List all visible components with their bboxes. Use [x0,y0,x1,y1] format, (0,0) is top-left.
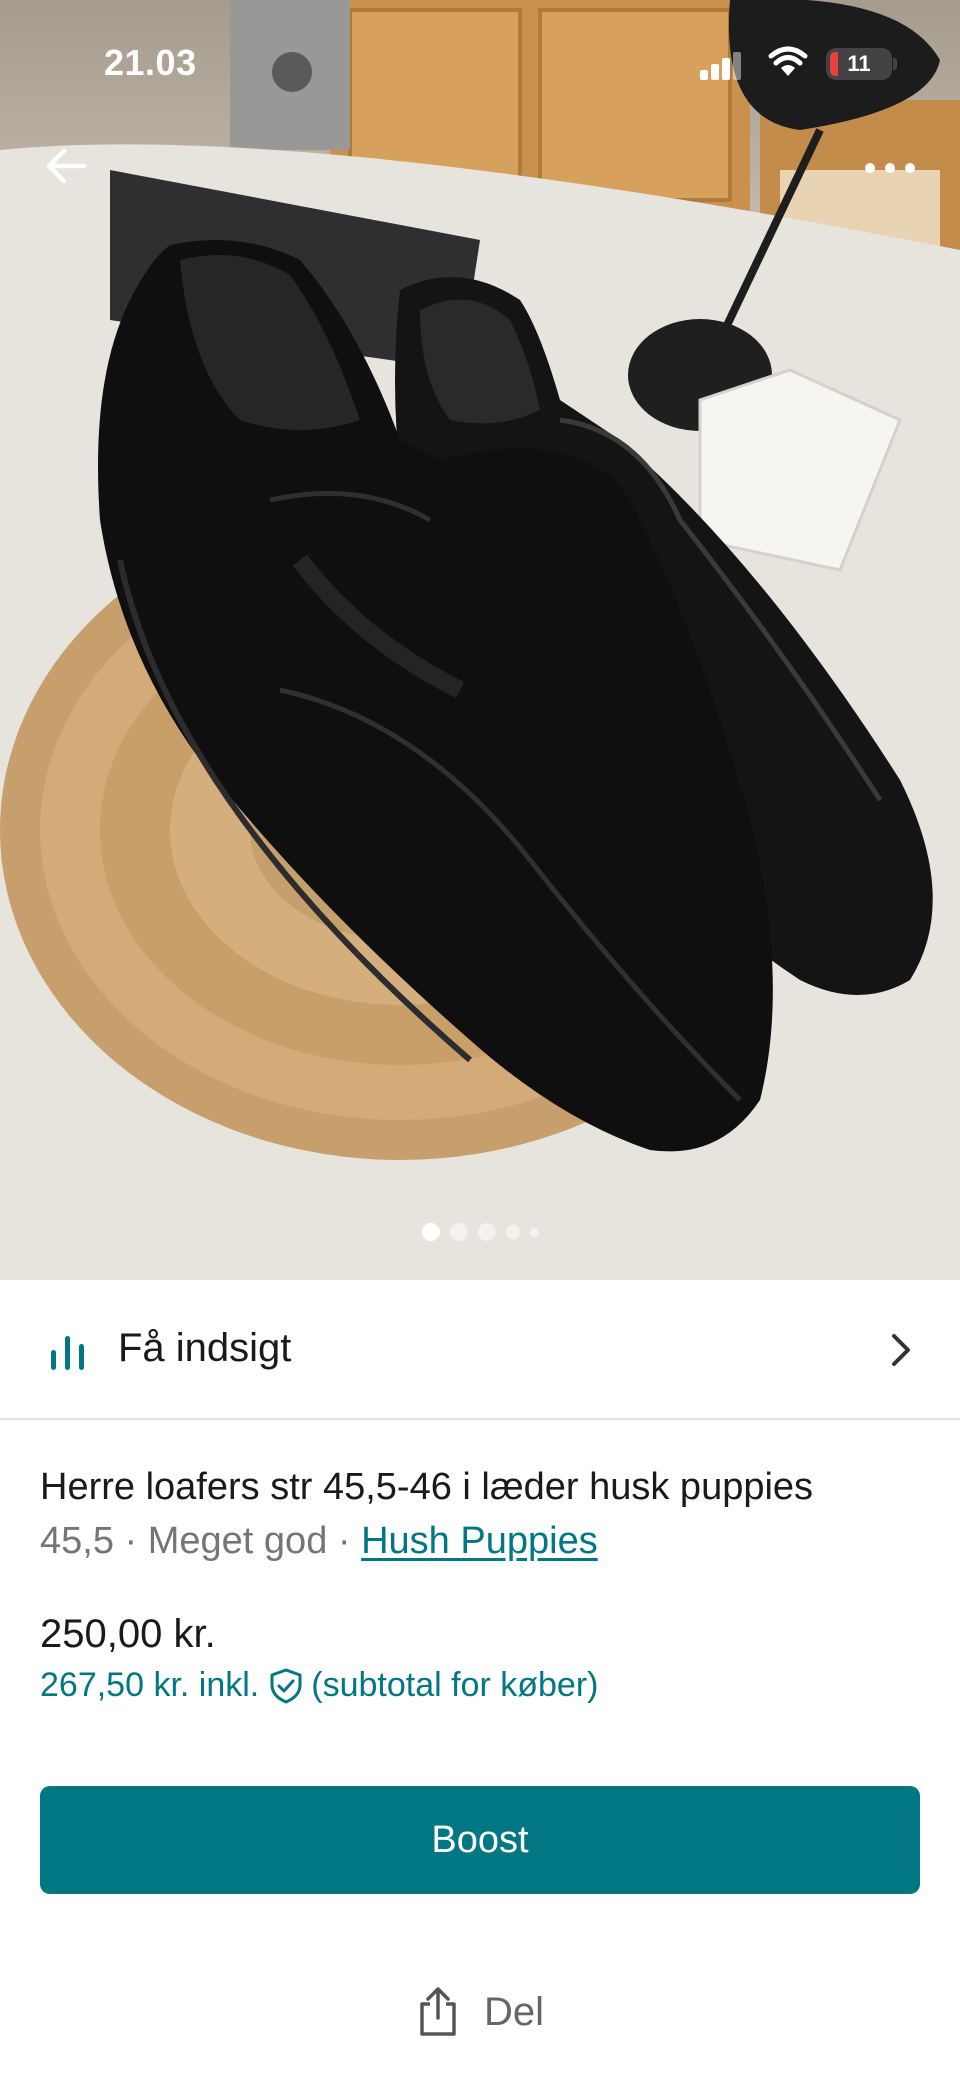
carousel-indicator[interactable] [0,1222,960,1242]
status-time: 21.03 [104,42,197,83]
item-condition: Meget god [147,1520,328,1562]
battery-level: 11 [847,51,871,76]
arrow-left-icon [46,148,87,184]
carousel-dot[interactable] [421,1223,440,1241]
cellular-signal-icon [700,52,741,80]
item-size: 45,5 [40,1520,114,1562]
product-photo[interactable]: 21.03 11 [0,0,960,1280]
brand-link[interactable]: Hush Puppies [361,1520,598,1562]
bar-chart-icon [51,1336,84,1370]
carousel-dot[interactable] [477,1223,496,1241]
meta-separator: · [113,1520,148,1562]
carousel-dot[interactable] [449,1223,468,1241]
insight-row[interactable]: Få indsigt [0,1280,960,1420]
wifi-icon [768,46,808,76]
share-button[interactable]: Del [416,1982,544,2042]
shield-check-icon [270,1668,302,1703]
more-dots-icon [865,163,915,173]
status-bar: 21.03 11 [0,0,960,120]
meta-separator: · [327,1520,362,1562]
buyer-price[interactable]: 267,50 kr. inkl. (subtotal for køber) [40,1666,598,1705]
item-title: Herre loafers str 45,5-46 i læder husk p… [40,1466,814,1508]
boost-button[interactable]: Boost [40,1786,920,1894]
price-incl-note: (subtotal for køber) [311,1666,599,1704]
price-incl-text: 267,50 kr. inkl. [40,1666,260,1704]
chevron-right-icon [892,1334,910,1366]
item-meta: 45,5 · Meget god · Hush Puppies [40,1520,598,1563]
more-options-button[interactable] [860,142,920,194]
item-price: 250,00 kr. [40,1612,216,1656]
battery-icon: 11 [826,48,892,80]
share-icon [420,1987,456,2036]
insight-label: Få indsigt [118,1326,292,1370]
carousel-dot[interactable] [505,1225,520,1239]
battery-cap [893,58,897,70]
share-label: Del [484,1989,545,2034]
back-button[interactable] [40,140,92,192]
carousel-dot[interactable] [529,1227,539,1237]
shoe-photo-illustration [0,0,960,1280]
